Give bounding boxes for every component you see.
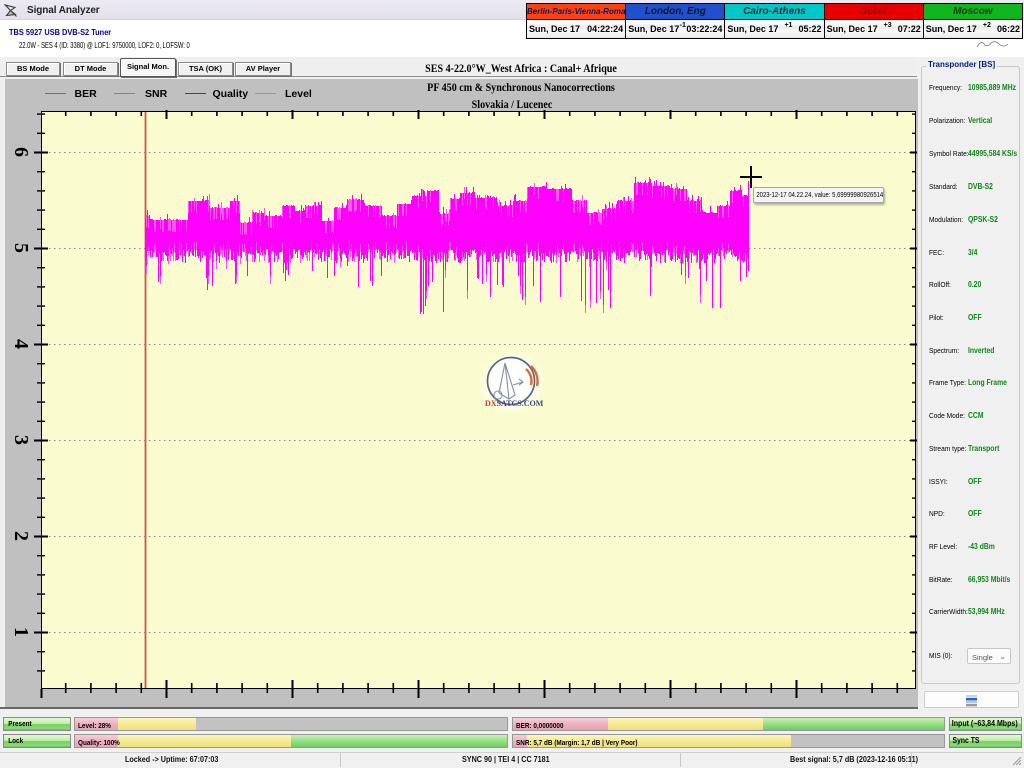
svg-text:DXSATCS.COM: DXSATCS.COM xyxy=(485,399,544,408)
